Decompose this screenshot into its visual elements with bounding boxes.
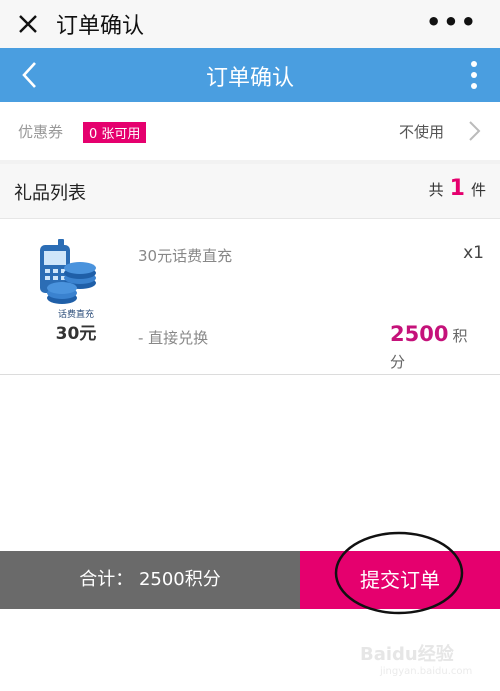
gift-count-suffix: 件 bbox=[470, 181, 486, 199]
item-price-value: 2500 bbox=[390, 322, 449, 346]
page-title: 订单确认 bbox=[205, 66, 294, 91]
page-header: 订单确认 bbox=[0, 48, 500, 102]
gift-count: 共1件 bbox=[429, 176, 486, 201]
watermark: Baidu经验 jingyan.baidu.com bbox=[360, 640, 472, 677]
close-icon[interactable] bbox=[0, 0, 56, 48]
coupon-available-badge: 0 张可用 bbox=[83, 122, 147, 143]
gift-count-number: 1 bbox=[449, 176, 465, 201]
coupon-label: 优惠券 bbox=[18, 123, 64, 141]
item-name: 30元话费直充 bbox=[138, 247, 233, 265]
item-redeem-method: - 直接兑换 bbox=[138, 329, 209, 347]
phone-recharge-thumbnail: 话费直充 30元 bbox=[32, 231, 112, 361]
item-quantity: x1 bbox=[463, 243, 484, 263]
watermark-url: jingyan.baidu.com bbox=[380, 666, 473, 677]
kebab-menu-icon[interactable] bbox=[470, 61, 478, 89]
thumbnail-amount: 30元 bbox=[56, 324, 97, 344]
thumbnail-caption: 话费直充 bbox=[58, 308, 94, 320]
coupon-row[interactable]: 优惠券 0 张可用 不使用 bbox=[0, 102, 500, 161]
highlight-circle-annotation bbox=[334, 531, 464, 615]
coupon-value: 不使用 bbox=[398, 123, 444, 141]
wechat-topbar: 订单确认 ••• bbox=[0, 0, 500, 48]
chevron-right-icon bbox=[468, 120, 482, 142]
watermark-text: Baidu经验 bbox=[360, 644, 454, 665]
gift-list-header: 礼品列表 共1件 bbox=[0, 164, 500, 219]
gift-count-prefix: 共 bbox=[428, 181, 444, 199]
order-total: 合计： 2500积分 bbox=[0, 551, 300, 609]
more-options-icon[interactable]: ••• bbox=[426, 8, 478, 36]
gift-list-title: 礼品列表 bbox=[14, 183, 86, 204]
item-price: 2500 积分 bbox=[390, 321, 480, 375]
window-title: 订单确认 bbox=[56, 14, 145, 39]
list-item[interactable]: 话费直充 30元 30元话费直充 x1 - 直接兑换 2500 积分 bbox=[0, 219, 500, 375]
